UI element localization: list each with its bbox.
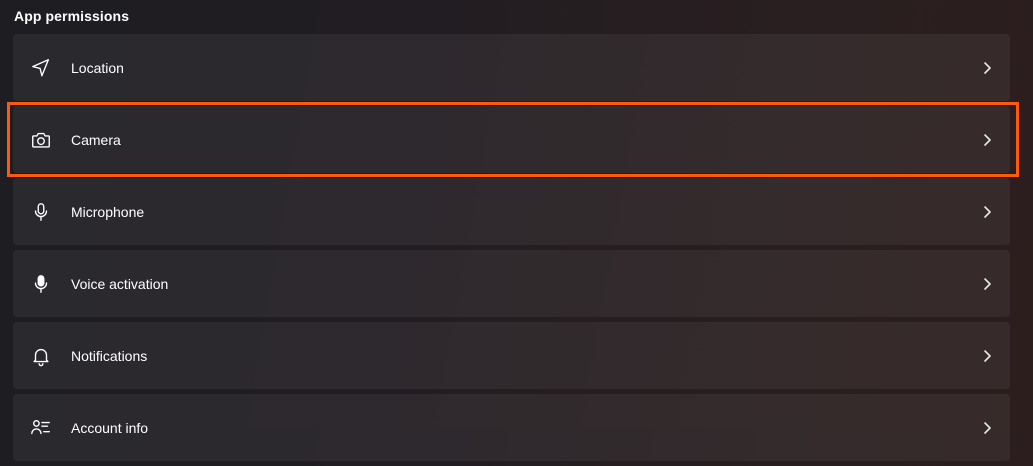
section-title: App permissions (14, 8, 130, 24)
permission-label-camera: Camera (71, 131, 121, 148)
permission-label-account-info: Account info (71, 419, 149, 436)
account-info-icon (29, 416, 53, 440)
chevron-right-icon (980, 277, 994, 291)
camera-icon (29, 128, 53, 152)
location-arrow-icon (29, 56, 53, 80)
bell-icon (29, 344, 53, 368)
voice-activation-icon (29, 272, 53, 296)
permission-item-microphone[interactable]: Microphone (13, 178, 1010, 245)
permission-item-voice-activation[interactable]: Voice activation (13, 250, 1010, 317)
chevron-right-icon (980, 421, 994, 435)
chevron-right-icon (980, 133, 994, 147)
chevron-right-icon (980, 349, 994, 363)
chevron-right-icon (980, 61, 994, 75)
permission-label-microphone: Microphone (71, 203, 145, 220)
chevron-right-icon (980, 205, 994, 219)
permissions-list: Location Camera Microphone Voice activat… (13, 34, 1010, 466)
microphone-icon (29, 200, 53, 224)
permission-item-account-info[interactable]: Account info (13, 394, 1010, 461)
permission-item-camera[interactable]: Camera (13, 106, 1010, 173)
permission-label-location: Location (71, 59, 124, 76)
permission-label-notifications: Notifications (71, 347, 148, 364)
permission-label-voice-activation: Voice activation (71, 275, 169, 292)
permission-item-location[interactable]: Location (13, 34, 1010, 101)
permission-item-notifications[interactable]: Notifications (13, 322, 1010, 389)
